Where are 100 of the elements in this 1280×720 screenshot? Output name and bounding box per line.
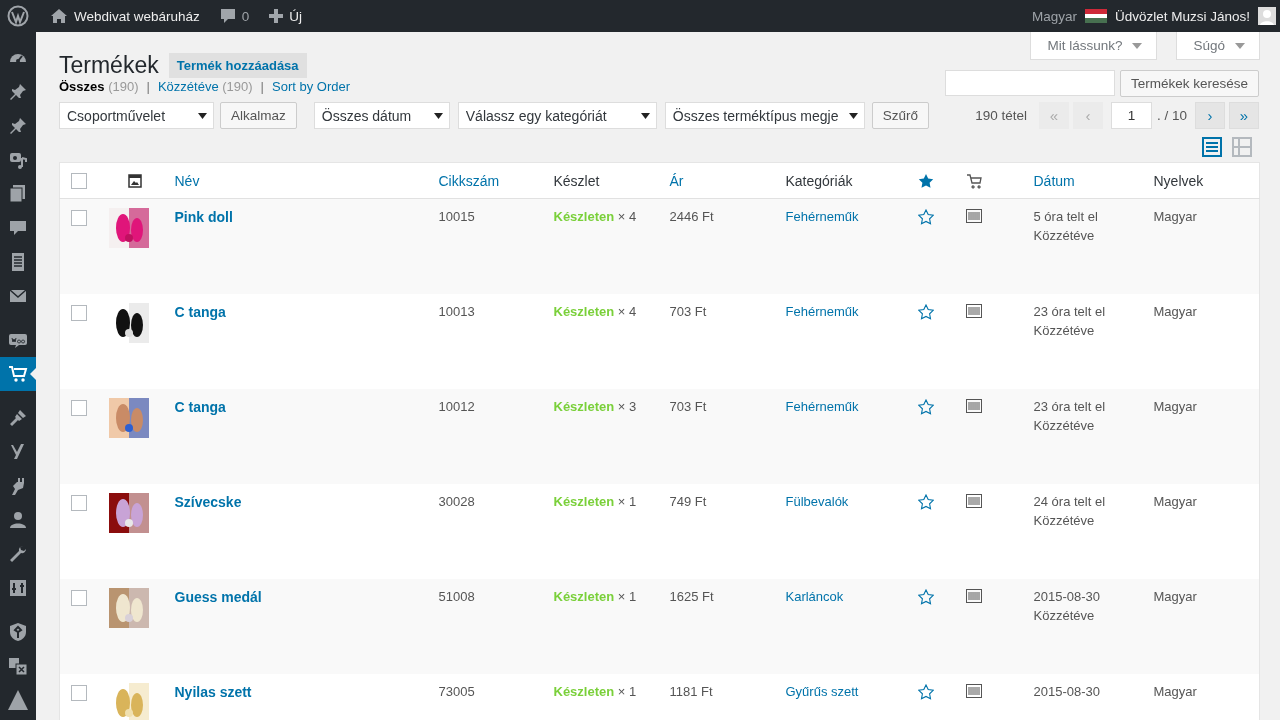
barcode-icon [965, 493, 982, 508]
table-cell: 73005 [438, 683, 475, 699]
barcode-icon [965, 588, 982, 603]
image-icon [127, 173, 142, 188]
dropdown[interactable]: Összes dátum [313, 102, 450, 129]
wrench-icon [8, 544, 28, 564]
product-name-link[interactable]: Szívecske [174, 493, 242, 510]
column-header[interactable]: Ár [669, 172, 684, 189]
product-name-link[interactable]: C tanga [174, 398, 226, 415]
caret-icon [640, 112, 650, 119]
sliders-icon [8, 578, 28, 598]
comment-icon[interactable] [219, 8, 236, 24]
status-text: Közzétéve [1033, 606, 1096, 625]
category-link[interactable]: Gyűrűs szett [785, 683, 859, 699]
apply-button[interactable]: Alkalmaz [220, 102, 297, 129]
checkbox[interactable] [71, 589, 87, 606]
category-link[interactable]: Fehérneműk [785, 209, 859, 224]
stock-status: Készleten × 1 [553, 588, 637, 604]
triangle-icon [8, 690, 28, 710]
dropdown[interactable]: Összes terméktípus megje [664, 102, 865, 129]
checkbox[interactable] [71, 210, 87, 226]
new-link[interactable]: Új [289, 8, 303, 24]
dropdown[interactable]: Csoportművelet [59, 102, 214, 129]
next-page-button[interactable]: › [1195, 102, 1225, 129]
status-text: Közzétéve [1033, 416, 1096, 435]
item-count: 190 tétel [975, 108, 1027, 123]
last-page-button[interactable]: » [1229, 102, 1259, 129]
home-icon[interactable] [50, 8, 68, 24]
column-header: Készlet [553, 172, 600, 189]
table-cell: 51008 [438, 588, 475, 604]
status-text: Közzétéve [1033, 321, 1096, 340]
caret-icon [1235, 42, 1245, 49]
add-product-button[interactable]: Termék hozzáadása [168, 53, 307, 78]
star-icon[interactable] [917, 588, 934, 605]
star-icon[interactable] [917, 493, 934, 510]
view-link[interactable]: Sort by Order [272, 79, 351, 94]
category-link[interactable]: Karláncok [785, 588, 844, 604]
star-icon[interactable] [917, 398, 934, 415]
comment-icon [8, 218, 28, 238]
filter-button[interactable]: Szűrő [871, 102, 930, 129]
caret-icon [433, 112, 443, 119]
table-cell: 1181 Ft [669, 683, 713, 699]
table-cell: Magyar [1153, 303, 1197, 319]
dropdown[interactable]: Válassz egy kategóriát [457, 102, 657, 129]
table-cell: Magyar [1153, 683, 1197, 699]
pin-icon [8, 82, 28, 102]
product-name-link[interactable]: C tanga [174, 303, 226, 320]
table-cell: Magyar [1153, 493, 1197, 509]
category-link[interactable]: Fülbevalók [785, 493, 849, 509]
table-cell: 749 Ft [669, 493, 707, 509]
column-header[interactable]: Cikkszám [438, 172, 500, 189]
comment-count[interactable]: 0 [241, 8, 250, 24]
flag-icon [1084, 9, 1107, 23]
category-link[interactable]: Fehérneműk [785, 398, 859, 414]
stock-status: Készleten × 4 [553, 209, 637, 224]
plus-icon[interactable] [269, 9, 284, 23]
sidebar-item[interactable] [0, 357, 36, 391]
translate-icon [8, 656, 28, 676]
separator: | [260, 79, 264, 94]
column-header[interactable]: Név [174, 172, 200, 189]
table-cell: Magyar [1153, 588, 1197, 604]
screen-tab[interactable]: Mit lássunk? [1030, 32, 1158, 60]
status-text: Közzétéve [1033, 511, 1096, 530]
date-text: 5 óra telt el [1033, 208, 1099, 226]
pin-icon [8, 116, 28, 136]
site-name-link[interactable]: Webdivat webáruház [74, 8, 200, 24]
screen-tab[interactable]: Súgó [1176, 32, 1260, 60]
caret-icon [1132, 42, 1143, 49]
table-cell: 703 Ft [669, 398, 707, 414]
product-name-link[interactable]: Guess medál [174, 588, 262, 605]
checkbox[interactable] [71, 304, 87, 321]
view-link[interactable]: Összes (190) [59, 79, 139, 94]
checkbox[interactable] [71, 494, 87, 511]
caret-icon [198, 112, 207, 119]
checkbox[interactable] [71, 399, 87, 416]
checkbox[interactable] [71, 173, 87, 189]
user-icon [8, 510, 28, 530]
view-link[interactable]: Közzétéve (190) [157, 79, 253, 94]
product-name-link[interactable]: Pink doll [174, 209, 233, 225]
list-view-icon[interactable] [1202, 137, 1222, 157]
table-cell: Magyar [1153, 398, 1197, 414]
column-header[interactable]: Dátum [1033, 172, 1075, 189]
search-button[interactable]: Termékek keresése [1119, 70, 1259, 97]
star-icon[interactable] [917, 303, 934, 320]
star-icon[interactable] [917, 209, 934, 225]
star-icon[interactable] [917, 683, 934, 700]
media-icon [8, 150, 28, 170]
product-name-link[interactable]: Nyilas szett [174, 683, 252, 700]
search-field[interactable] [944, 70, 1115, 96]
category-link[interactable]: Fehérneműk [785, 303, 859, 319]
star-icon [917, 172, 934, 189]
checkbox[interactable] [71, 684, 87, 701]
greeting-link[interactable]: Üdvözlet Muzsi János! [1114, 8, 1250, 24]
column-header: Nyelvek [1153, 172, 1204, 189]
stock-status: Készleten × 1 [553, 493, 637, 509]
page-field[interactable]: 1 [1110, 102, 1152, 129]
wordpress-logo-icon[interactable] [7, 5, 29, 27]
stock-status: Készleten × 4 [553, 303, 637, 319]
table-cell: 1625 Ft [669, 588, 714, 604]
language-link[interactable]: Magyar [1031, 8, 1077, 24]
